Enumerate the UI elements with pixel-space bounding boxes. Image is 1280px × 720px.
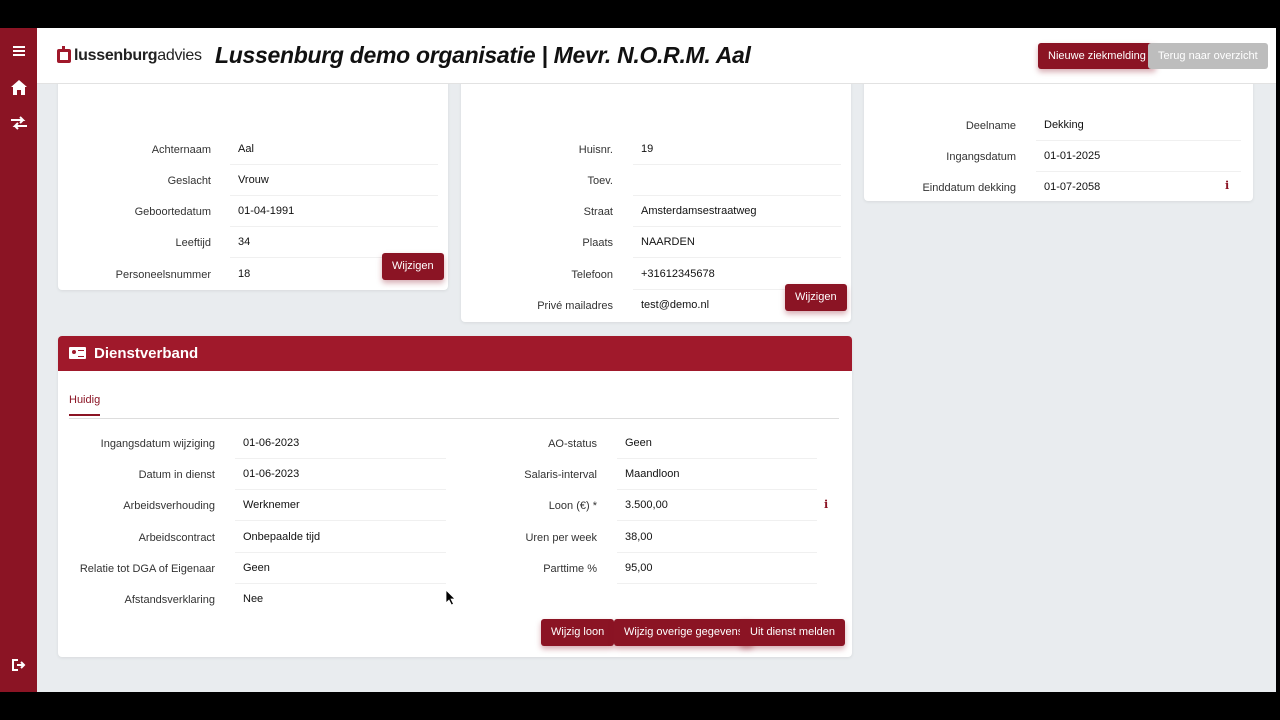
top-bar: lussenburgadvies Lussenburg demo organis… (37, 28, 1276, 84)
row-salaris-interval: Salaris-interval Maandloon (458, 459, 852, 490)
row-uren-per-week: Uren per week 38,00 (458, 522, 852, 553)
row-relatie-dga: Relatie tot DGA of Eigenaar Geen (58, 553, 458, 584)
row-afstandsverklaring: Afstandsverklaring Nee (124, 593, 264, 606)
dienstverband-card: Dienstverband Huidig Ingangsdatum wijzig… (58, 336, 852, 657)
row-geboortedatum: Geboortedatum 01-04-1991 (58, 196, 448, 227)
tab-divider (69, 418, 839, 419)
row-plaats: Plaats NAARDEN (461, 227, 851, 258)
home-icon[interactable] (9, 80, 29, 100)
menu-icon[interactable] (9, 42, 29, 62)
row-huisnr: Huisnr. 19 (461, 134, 851, 165)
logo-mark-icon (57, 46, 71, 63)
row-ao-status: AO-status Geen (458, 428, 852, 459)
row-ingangsdatum-wijziging: Ingangsdatum wijziging 01-06-2023 (58, 428, 458, 459)
mouse-cursor-icon (446, 590, 456, 606)
id-card-icon (69, 347, 86, 359)
row-toev: Toev. (461, 165, 851, 196)
row-arbeidscontract: Arbeidscontract Onbepaalde tijd (58, 522, 458, 553)
dienstverband-title: Dienstverband (94, 345, 199, 362)
dienstverband-header: Dienstverband (58, 336, 852, 371)
swap-icon[interactable] (9, 116, 29, 136)
coverage-card: Deelname Dekking Ingangsdatum 01-01-2025… (864, 68, 1253, 201)
company-logo: lussenburgadvies (57, 46, 202, 65)
page-title: Lussenburg demo organisatie | Mevr. N.O.… (215, 42, 751, 68)
row-geslacht: Geslacht Vrouw (58, 165, 448, 196)
loon-info-icon[interactable]: i (824, 498, 828, 511)
sidebar (0, 28, 37, 692)
edit-address-button[interactable]: Wijzigen (785, 284, 847, 311)
tab-huidig[interactable]: Huidig (69, 394, 101, 416)
row-ingangsdatum: Ingangsdatum 01-01-2025 (864, 141, 1253, 172)
uit-dienst-melden-button[interactable]: Uit dienst melden (740, 619, 845, 646)
row-straat: Straat Amsterdamsestraatweg (461, 196, 851, 227)
row-arbeidsverhouding: Arbeidsverhouding Werknemer (58, 490, 458, 521)
new-sick-report-button[interactable]: Nieuwe ziekmelding (1038, 43, 1156, 69)
wijzig-overige-gegevens-button[interactable]: Wijzig overige gegevens (614, 619, 754, 646)
row-einddatum-dekking: Einddatum dekking 01-07-2058 (922, 181, 1101, 194)
row-datum-in-dienst: Datum in dienst 01-06-2023 (58, 459, 458, 490)
row-deelname: Deelname Dekking (864, 110, 1253, 141)
wijzig-loon-button[interactable]: Wijzig loon (541, 619, 615, 646)
info-icon[interactable]: i (1225, 179, 1229, 192)
row-parttime: Parttime % 95,00 (458, 553, 852, 584)
app-frame: lussenburgadvies Lussenburg demo organis… (0, 28, 1276, 692)
row-loon: Loon (€) * 3.500,00 (458, 490, 852, 521)
back-to-overview-button[interactable]: Terug naar overzicht (1148, 43, 1268, 69)
row-achternaam: Achternaam Aal (58, 134, 448, 165)
edit-personal-button[interactable]: Wijzigen (382, 253, 444, 280)
logout-icon[interactable] (9, 658, 29, 678)
